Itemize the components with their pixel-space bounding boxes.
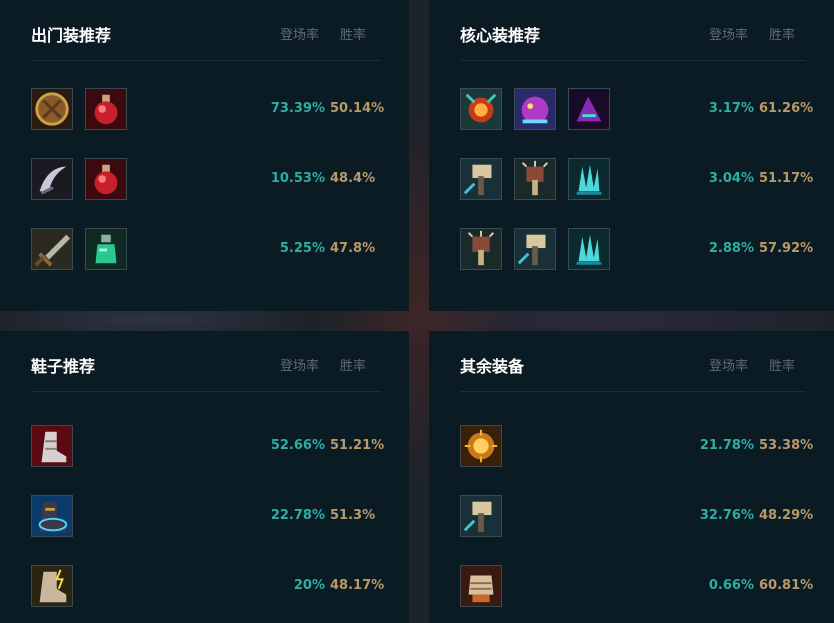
pick-rate: 2.88% (708, 241, 754, 256)
win-header: 胜率 (340, 28, 367, 43)
win-header: 胜率 (340, 359, 367, 374)
panel-header: 核心装推荐 登场率 胜率 (460, 18, 806, 61)
win-rate: 51.17% (759, 171, 814, 186)
panel-header: 其余装备 登场率 胜率 (460, 349, 806, 392)
win-rate: 61.26% (759, 101, 814, 116)
rate-header: 登场率 (709, 359, 749, 374)
panel-title: 出门装推荐 (31, 26, 112, 45)
win-header: 胜率 (769, 28, 796, 43)
pick-rate: 73.39% (270, 101, 325, 116)
panel-title: 核心装推荐 (460, 26, 541, 45)
win-rate: 51.3% (330, 508, 376, 523)
mercury-boots-icon[interactable] (31, 495, 73, 537)
item-row[interactable]: 52.66% 51.21% (31, 424, 385, 470)
win-header: 胜率 (769, 359, 796, 374)
fire-relic-icon[interactable] (460, 88, 502, 130)
pick-rate: 21.78% (699, 438, 754, 453)
pick-rate: 5.25% (279, 241, 325, 256)
panel-title: 鞋子推荐 (31, 357, 96, 376)
pick-rate: 22.78% (270, 508, 325, 523)
win-rate: 47.8% (330, 241, 376, 256)
pick-rate: 32.76% (699, 508, 754, 523)
item-row[interactable]: 21.78% 53.38% (460, 424, 813, 470)
item-row[interactable]: 73.39% 50.14% (31, 87, 385, 133)
rate-header: 登场率 (280, 359, 320, 374)
hammer-item-icon[interactable] (460, 495, 502, 537)
win-rate: 51.21% (330, 438, 385, 453)
plated-boots-icon[interactable] (31, 425, 73, 467)
crystal-claw-icon[interactable] (568, 228, 610, 270)
health-potion-icon[interactable] (85, 88, 127, 130)
spiked-hammer-icon[interactable] (460, 228, 502, 270)
shadow-dragon-icon[interactable] (568, 88, 610, 130)
pick-rate: 52.66% (270, 438, 325, 453)
pick-rate: 10.53% (270, 171, 325, 186)
win-rate: 50.14% (330, 101, 385, 116)
purple-dragon-icon[interactable] (514, 88, 556, 130)
item-row[interactable]: 3.04% 51.17% (460, 157, 813, 203)
panel-header: 出门装推荐 登场率 胜率 (31, 18, 381, 61)
sickle-item-icon[interactable] (31, 158, 73, 200)
crystal-claw-icon[interactable] (568, 158, 610, 200)
rate-header: 登场率 (709, 28, 749, 43)
core-items-panel: 核心装推荐 登场率 胜率 3.17% 61.26% 3.04% 51.17% 2… (429, 0, 834, 311)
item-row[interactable]: 0.66% 60.81% (460, 564, 813, 610)
armored-fist-icon[interactable] (460, 565, 502, 607)
rate-header: 登场率 (280, 28, 320, 43)
shield-item-icon[interactable] (31, 88, 73, 130)
hammer-item-icon[interactable] (514, 228, 556, 270)
panel-title: 其余装备 (460, 357, 525, 376)
starter-items-panel: 出门装推荐 登场率 胜率 73.39% 50.14% 10.53% 48.4% (0, 0, 409, 311)
refillable-potion-icon[interactable] (85, 228, 127, 270)
win-rate: 53.38% (759, 438, 814, 453)
health-potion-icon[interactable] (85, 158, 127, 200)
spiked-hammer-icon[interactable] (514, 158, 556, 200)
long-sword-icon[interactable] (31, 228, 73, 270)
item-row[interactable]: 20% 48.17% (31, 564, 385, 610)
item-row[interactable]: 2.88% 57.92% (460, 227, 813, 273)
hammer-item-icon[interactable] (460, 158, 502, 200)
win-rate: 48.29% (759, 508, 814, 523)
pick-rate: 3.04% (708, 171, 754, 186)
other-items-panel: 其余装备 登场率 胜率 21.78% 53.38% 32.76% 48.29% … (429, 331, 834, 623)
boots-panel: 鞋子推荐 登场率 胜率 52.66% 51.21% 22.78% 51.3% 2… (0, 331, 409, 623)
item-row[interactable]: 5.25% 47.8% (31, 227, 381, 273)
item-row[interactable]: 10.53% 48.4% (31, 157, 381, 203)
item-row[interactable]: 22.78% 51.3% (31, 494, 381, 540)
golden-orb-icon[interactable] (460, 425, 502, 467)
panel-header: 鞋子推荐 登场率 胜率 (31, 349, 381, 392)
win-rate: 60.81% (759, 578, 814, 593)
pick-rate: 3.17% (708, 101, 754, 116)
win-rate: 57.92% (759, 241, 814, 256)
item-row[interactable]: 3.17% 61.26% (460, 87, 813, 133)
item-row[interactable]: 32.76% 48.29% (460, 494, 813, 540)
win-rate: 48.4% (330, 171, 376, 186)
win-rate: 48.17% (330, 578, 385, 593)
pick-rate: 20% (293, 578, 325, 593)
swift-boots-icon[interactable] (31, 565, 73, 607)
pick-rate: 0.66% (708, 578, 754, 593)
